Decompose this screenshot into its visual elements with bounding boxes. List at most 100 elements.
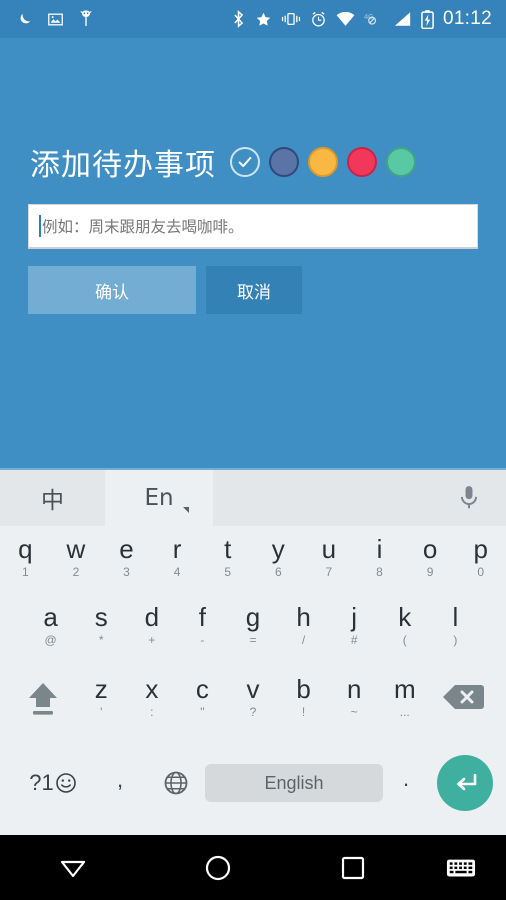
keyboard-row-2: a @ s * d + f- g = h / j # k( l) [0, 596, 506, 668]
app-content-area: 添加待办事项 例如：周末跟朋友去喝咖啡。 确认 取消 [0, 38, 506, 468]
period-key[interactable]: . [383, 766, 429, 800]
alarm-clock-icon [310, 11, 327, 28]
key-y[interactable]: y6 [253, 532, 304, 579]
keyboard-tab-english[interactable]: En [105, 470, 213, 526]
key-e-main: e [119, 534, 134, 564]
key-u[interactable]: u7 [304, 532, 355, 579]
key-x-sub: : [150, 705, 154, 719]
key-z[interactable]: z ' [76, 672, 127, 719]
key-o-sub: 9 [426, 565, 434, 579]
key-k[interactable]: k( [379, 600, 430, 647]
key-d[interactable]: d + [127, 600, 178, 647]
keyboard-tab-chinese[interactable]: 中 [0, 470, 105, 526]
key-s[interactable]: s * [76, 600, 127, 647]
wifi-icon [336, 11, 355, 27]
key-v[interactable]: v? [228, 672, 279, 719]
key-w[interactable]: w2 [51, 532, 102, 579]
nav-home-button[interactable] [145, 853, 290, 883]
key-j[interactable]: j # [329, 600, 380, 647]
nav-keyboard-button[interactable] [415, 857, 506, 879]
title-row: 添加待办事项 [30, 140, 416, 184]
swatch-selected[interactable] [230, 147, 260, 177]
key-j-sub: # [350, 633, 358, 647]
key-t-main: t [224, 534, 232, 564]
key-b[interactable]: b! [278, 672, 329, 719]
key-d-main: d [144, 602, 160, 632]
key-h[interactable]: h / [278, 600, 329, 647]
key-t[interactable]: t5 [202, 532, 253, 579]
key-p-main: p [473, 534, 488, 564]
nav-back-button[interactable] [0, 851, 145, 885]
signal-strength-icon [394, 11, 412, 27]
key-a[interactable]: a @ [25, 600, 76, 647]
key-y-main: y [271, 534, 285, 564]
swatch-green[interactable] [386, 147, 416, 177]
key-i-sub: 8 [376, 565, 383, 579]
microphone-icon[interactable] [458, 485, 480, 511]
key-b-main: b [296, 674, 311, 704]
key-p[interactable]: p0 [455, 532, 506, 579]
key-g[interactable]: g = [228, 600, 279, 647]
key-c-sub: " [200, 705, 205, 719]
swatch-yellow[interactable] [308, 147, 338, 177]
swatch-blue[interactable] [269, 147, 299, 177]
comma-key[interactable]: , [93, 767, 147, 799]
key-g-sub: = [249, 633, 257, 647]
cancel-button[interactable]: 取消 [206, 266, 302, 314]
shift-icon[interactable] [10, 672, 76, 722]
emoji-smiley-icon [55, 773, 76, 793]
todo-text-input[interactable]: 例如：周末跟朋友去喝咖啡。 [28, 204, 478, 249]
circle-icon [205, 855, 230, 880]
globe-icon[interactable] [147, 769, 205, 797]
key-t-sub: 5 [224, 565, 232, 579]
nav-recents-button[interactable] [290, 855, 415, 881]
key-v-sub: ? [249, 705, 257, 719]
mobile-data-4g-off-icon: 4G [364, 11, 385, 27]
triangle-down-icon [60, 860, 85, 877]
key-q[interactable]: q1 [0, 532, 51, 579]
key-m-sub: ... [399, 705, 410, 719]
color-swatch-group [230, 147, 416, 177]
key-e[interactable]: e3 [101, 532, 152, 579]
key-z-sub: ' [100, 705, 103, 719]
key-i-main: i [376, 534, 383, 564]
key-c[interactable]: c " [177, 672, 228, 719]
key-u-main: u [321, 534, 337, 564]
key-i[interactable]: i8 [354, 532, 405, 579]
space-key[interactable]: English [205, 764, 383, 802]
key-r[interactable]: r4 [152, 532, 203, 579]
key-r-main: r [172, 534, 182, 564]
backspace-icon[interactable] [430, 672, 496, 722]
key-o[interactable]: o9 [405, 532, 456, 579]
symbol-key-label: ?1 [29, 770, 54, 795]
status-bar: 4G 01:12 [0, 0, 506, 38]
battery-charging-icon [421, 9, 434, 29]
status-clock: 01:12 [442, 8, 492, 29]
confirm-button[interactable]: 确认 [28, 266, 196, 314]
chevron-down-icon [183, 507, 189, 513]
key-f[interactable]: f- [177, 600, 228, 647]
key-k-main: k [398, 602, 412, 632]
key-l[interactable]: l) [430, 600, 481, 647]
key-f-sub: - [200, 633, 205, 647]
dialog-button-row: 确认 取消 [28, 266, 302, 314]
key-n-sub: ~ [350, 705, 358, 719]
enter-icon[interactable] [437, 755, 493, 811]
key-x[interactable]: x: [127, 672, 178, 719]
key-d-sub: + [148, 633, 156, 647]
keyboard-row-3: z ' x: c " v? b! n ~ m... [0, 668, 506, 740]
do-not-disturb-moon-icon [16, 11, 33, 28]
keyboard-tab-english-label: En [144, 485, 174, 511]
key-j-main: j [351, 602, 358, 632]
key-n[interactable]: n ~ [329, 672, 380, 719]
key-l-sub: ) [453, 633, 458, 647]
swatch-pink[interactable] [347, 147, 377, 177]
key-a-main: a [43, 602, 58, 632]
key-s-main: s [94, 602, 108, 632]
soft-keyboard: 中 En q1 w2 e3 r4 t5 y6 u7 i8 o9 p 0 a @ … [0, 468, 506, 835]
key-u-sub: 7 [325, 565, 333, 579]
key-q-sub: 1 [21, 565, 29, 579]
android-robot-icon [78, 10, 94, 28]
key-m[interactable]: m... [379, 672, 430, 719]
symbol-emoji-key[interactable]: ?1 [13, 770, 93, 796]
